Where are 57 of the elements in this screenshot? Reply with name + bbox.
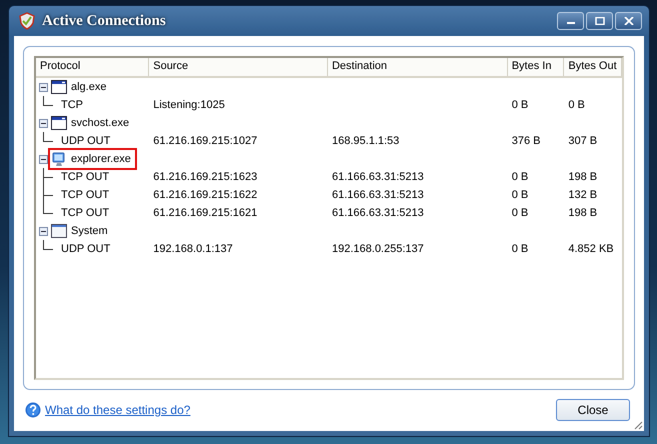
table-cell-text: 192.168.0.255:137 [331,242,425,257]
collapse-toggle[interactable] [39,118,48,128]
help-icon [25,402,41,418]
process-name[interactable]: System [71,225,108,237]
resize-grip-icon [633,420,643,430]
collapse-toggle[interactable] [39,226,48,236]
window-icon [51,223,67,239]
shield-icon [18,12,36,30]
table-cell-text: 61.216.169.215:1621 [152,206,258,221]
table-cell-text: 61.216.169.215:1027 [152,134,258,149]
window-icon [51,79,67,95]
column-header[interactable]: Bytes In [508,58,564,76]
table-cell-text: 0 B [510,242,530,257]
maximize-icon [594,17,604,25]
collapse-toggle[interactable] [39,82,48,92]
table-cell-text: 0 B [510,206,530,221]
table-cell-text: 0 B [510,98,530,113]
computer-icon [51,151,67,167]
table-cell-text: 198 B [567,206,598,221]
table-cell-text: TCP OUT [61,188,110,203]
table-cell-text: 61.216.169.215:1622 [152,188,258,203]
table-cell-text: 0 B [510,170,530,185]
close-button[interactable] [615,12,642,30]
table-cell-text: 61.166.63.31:5213 [331,170,425,185]
close-icon [624,17,634,25]
maximize-button[interactable] [586,12,613,30]
table-cell-text: TCP [61,98,83,113]
column-header[interactable]: Destination [328,58,508,76]
table-cell-text: 4.852 KB [567,242,615,257]
column-header[interactable]: Bytes Out [564,58,622,76]
table-cell-text: 61.166.63.31:5213 [331,206,425,221]
close-dialog-button[interactable]: Close [556,399,630,421]
table-cell-text: 307 B [567,134,598,149]
table-cell-text: 376 B [510,134,542,149]
table-cell-text: UDP OUT [61,134,110,149]
window-icon [51,115,67,131]
column-header[interactable]: Protocol [36,58,150,76]
process-name[interactable]: explorer.exe [71,153,131,165]
table-cell-text: 0 B [510,188,530,203]
table-cell-text: Listening:1025 [152,98,226,113]
table-cell-text: 198 B [567,170,598,185]
table-cell-text: UDP OUT [61,242,110,257]
process-name[interactable]: alg.exe [71,81,106,93]
table-cell-text: 61.216.169.215:1623 [152,170,258,185]
minimize-button[interactable] [557,12,584,30]
table-cell-text: 132 B [567,188,598,203]
table-cell-text: TCP OUT [61,170,110,185]
window-title: Active Connections [42,12,166,30]
process-name[interactable]: svchost.exe [71,117,130,129]
table-cell-text: 0 B [567,98,586,113]
column-header[interactable]: Source [149,58,328,76]
table-cell-text: 192.168.0.1:137 [152,242,234,257]
table-cell-text: TCP OUT [61,206,110,221]
table-cell-text: 61.166.63.31:5213 [331,188,425,203]
help-link[interactable]: What do these settings do? [45,403,190,417]
collapse-toggle[interactable] [39,154,48,164]
table-cell-text: 168.95.1.1:53 [331,134,400,149]
